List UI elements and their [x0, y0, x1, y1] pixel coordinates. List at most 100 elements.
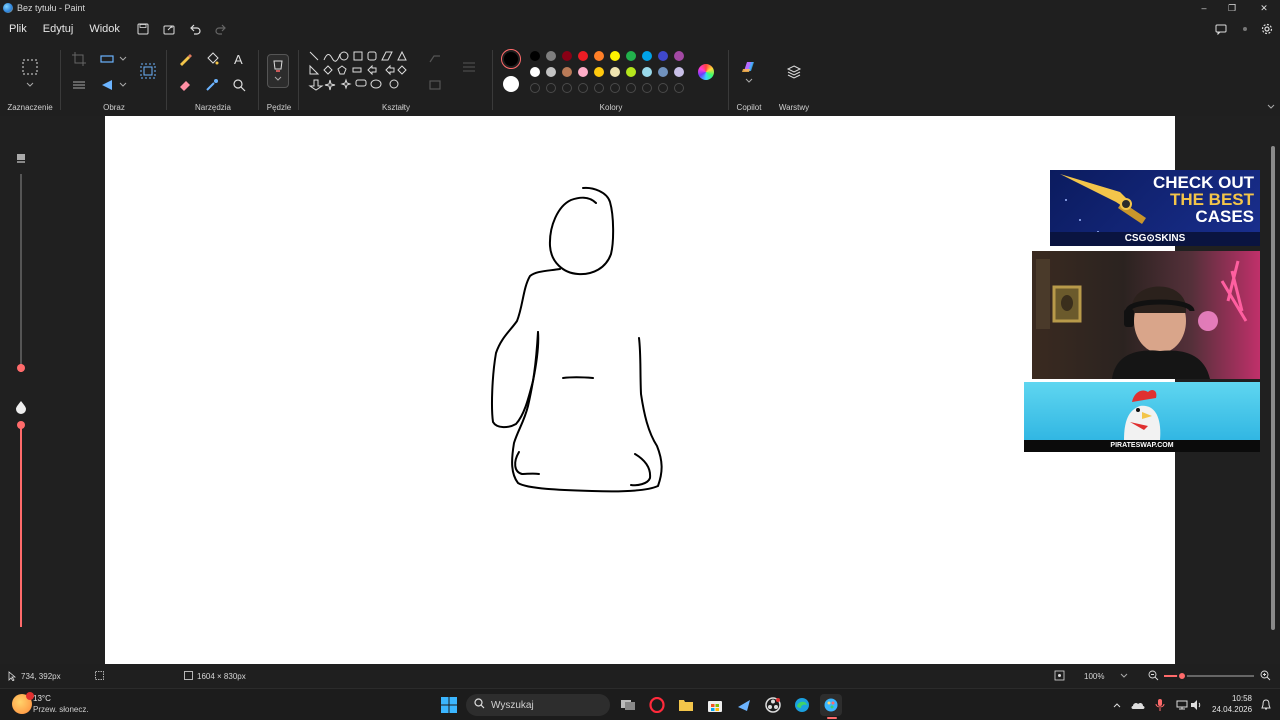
custom-color-slot[interactable]	[546, 83, 556, 93]
feedback-icon[interactable]	[1210, 18, 1232, 40]
menu-file[interactable]: Plik	[1, 18, 35, 40]
palette-swatch[interactable]	[594, 51, 604, 61]
zoom-in-icon[interactable]	[1260, 670, 1271, 683]
custom-color-slot[interactable]	[530, 83, 540, 93]
opera-icon[interactable]	[646, 694, 668, 716]
palette-swatch[interactable]	[578, 51, 588, 61]
custom-color-slot[interactable]	[642, 83, 652, 93]
secondary-color-swatch[interactable]	[503, 76, 519, 92]
store-icon[interactable]	[704, 694, 726, 716]
steam-icon[interactable]	[733, 694, 755, 716]
eraser-icon[interactable]	[176, 76, 194, 94]
custom-color-slot[interactable]	[562, 83, 572, 93]
fill-bucket-icon[interactable]	[203, 50, 221, 68]
palette-swatch[interactable]	[658, 51, 668, 61]
palette-swatch[interactable]	[610, 51, 620, 61]
notifications-icon[interactable]	[1258, 694, 1274, 716]
copilot-group: Copilot	[730, 44, 768, 116]
palette-swatch[interactable]	[642, 67, 652, 77]
opacity-slider[interactable]	[12, 400, 30, 630]
palette-swatch[interactable]	[546, 51, 556, 61]
palette-swatch[interactable]	[594, 67, 604, 77]
chevron-down-icon[interactable]	[114, 76, 132, 94]
menu-view[interactable]: Widok	[81, 18, 128, 40]
image-select-icon[interactable]	[139, 62, 157, 80]
drawing-canvas[interactable]	[105, 116, 1175, 664]
palette-swatch[interactable]	[674, 51, 684, 61]
remove-background-icon[interactable]	[70, 76, 88, 94]
zoom-slider-thumb[interactable]	[1177, 671, 1187, 681]
volume-icon[interactable]	[1188, 694, 1204, 716]
palette-swatch[interactable]	[530, 51, 540, 61]
collapse-ribbon-icon[interactable]	[1262, 98, 1280, 116]
shape-fill-icon[interactable]	[426, 76, 444, 94]
palette-swatch[interactable]	[562, 67, 572, 77]
chevron-down-icon[interactable]	[114, 50, 132, 68]
layers-icon[interactable]	[785, 63, 803, 81]
menu-edit[interactable]: Edytuj	[35, 18, 82, 40]
edge-icon[interactable]	[791, 694, 813, 716]
maximize-button[interactable]: ❐	[1216, 0, 1248, 16]
palette-swatch[interactable]	[626, 67, 636, 77]
start-menu-icon[interactable]	[438, 694, 460, 716]
custom-color-slot[interactable]	[626, 83, 636, 93]
palette-swatch[interactable]	[562, 51, 572, 61]
text-tool-icon[interactable]: A	[230, 50, 248, 68]
color-picker-icon[interactable]	[203, 76, 221, 94]
taskbar-search[interactable]: Wyszukaj	[466, 694, 610, 716]
edit-colors-icon[interactable]	[698, 64, 714, 80]
shapes-gallery[interactable]	[308, 50, 412, 98]
chevron-down-icon[interactable]	[740, 72, 758, 90]
brush-button[interactable]	[267, 54, 289, 88]
chevron-down-icon[interactable]	[1120, 672, 1128, 681]
clock-date[interactable]: 24.04.2026	[1212, 705, 1252, 714]
cursor-position: 734, 392px	[21, 672, 61, 681]
shape-outline-icon[interactable]	[426, 50, 444, 68]
custom-color-slot[interactable]	[658, 83, 668, 93]
brush-size-slider[interactable]	[12, 154, 30, 374]
title-bar: Bez tytułu - Paint	[0, 0, 1280, 16]
palette-swatch[interactable]	[658, 67, 668, 77]
shapes-group: Kształty	[300, 44, 492, 116]
crop-icon[interactable]	[70, 50, 88, 68]
primary-color-swatch[interactable]	[501, 49, 521, 69]
redo-icon[interactable]	[210, 18, 232, 40]
obs-icon[interactable]	[762, 694, 784, 716]
select-rectangle-icon[interactable]	[21, 58, 39, 76]
account-icon[interactable]	[1234, 18, 1256, 40]
palette-swatch[interactable]	[610, 67, 620, 77]
zoom-slider[interactable]	[1164, 671, 1254, 681]
shape-size-icon[interactable]	[460, 58, 478, 76]
clock-time[interactable]: 10:58	[1224, 694, 1252, 703]
save-icon[interactable]	[132, 18, 154, 40]
microphone-icon[interactable]	[1152, 694, 1168, 716]
custom-color-slot[interactable]	[578, 83, 588, 93]
onedrive-icon[interactable]	[1130, 694, 1146, 716]
close-button[interactable]: ✕	[1248, 0, 1280, 16]
pencil-icon[interactable]	[176, 50, 194, 68]
file-explorer-icon[interactable]	[675, 694, 697, 716]
vertical-scrollbar[interactable]	[1271, 146, 1275, 630]
palette-swatch[interactable]	[578, 67, 588, 77]
layers-group: Warstwy	[774, 44, 814, 116]
palette-swatch[interactable]	[530, 67, 540, 77]
custom-color-slot[interactable]	[610, 83, 620, 93]
zoom-level[interactable]: 100%	[1084, 672, 1104, 681]
magnifier-icon[interactable]	[230, 76, 248, 94]
chevron-up-icon[interactable]	[1110, 694, 1124, 716]
chevron-down-icon[interactable]	[21, 76, 39, 94]
palette-swatch[interactable]	[546, 67, 556, 77]
custom-color-slot[interactable]	[594, 83, 604, 93]
custom-color-slot[interactable]	[674, 83, 684, 93]
undo-icon[interactable]	[184, 18, 206, 40]
palette-swatch[interactable]	[626, 51, 636, 61]
zoom-out-icon[interactable]	[1148, 670, 1159, 683]
weather-icon[interactable]	[12, 692, 34, 714]
paint-taskbar-icon[interactable]	[820, 694, 842, 719]
palette-swatch[interactable]	[642, 51, 652, 61]
share-icon[interactable]	[158, 18, 180, 40]
palette-swatch[interactable]	[674, 67, 684, 77]
settings-gear-icon[interactable]	[1256, 18, 1278, 40]
task-view-icon[interactable]	[617, 694, 639, 716]
fit-to-window-icon[interactable]	[1054, 670, 1065, 683]
